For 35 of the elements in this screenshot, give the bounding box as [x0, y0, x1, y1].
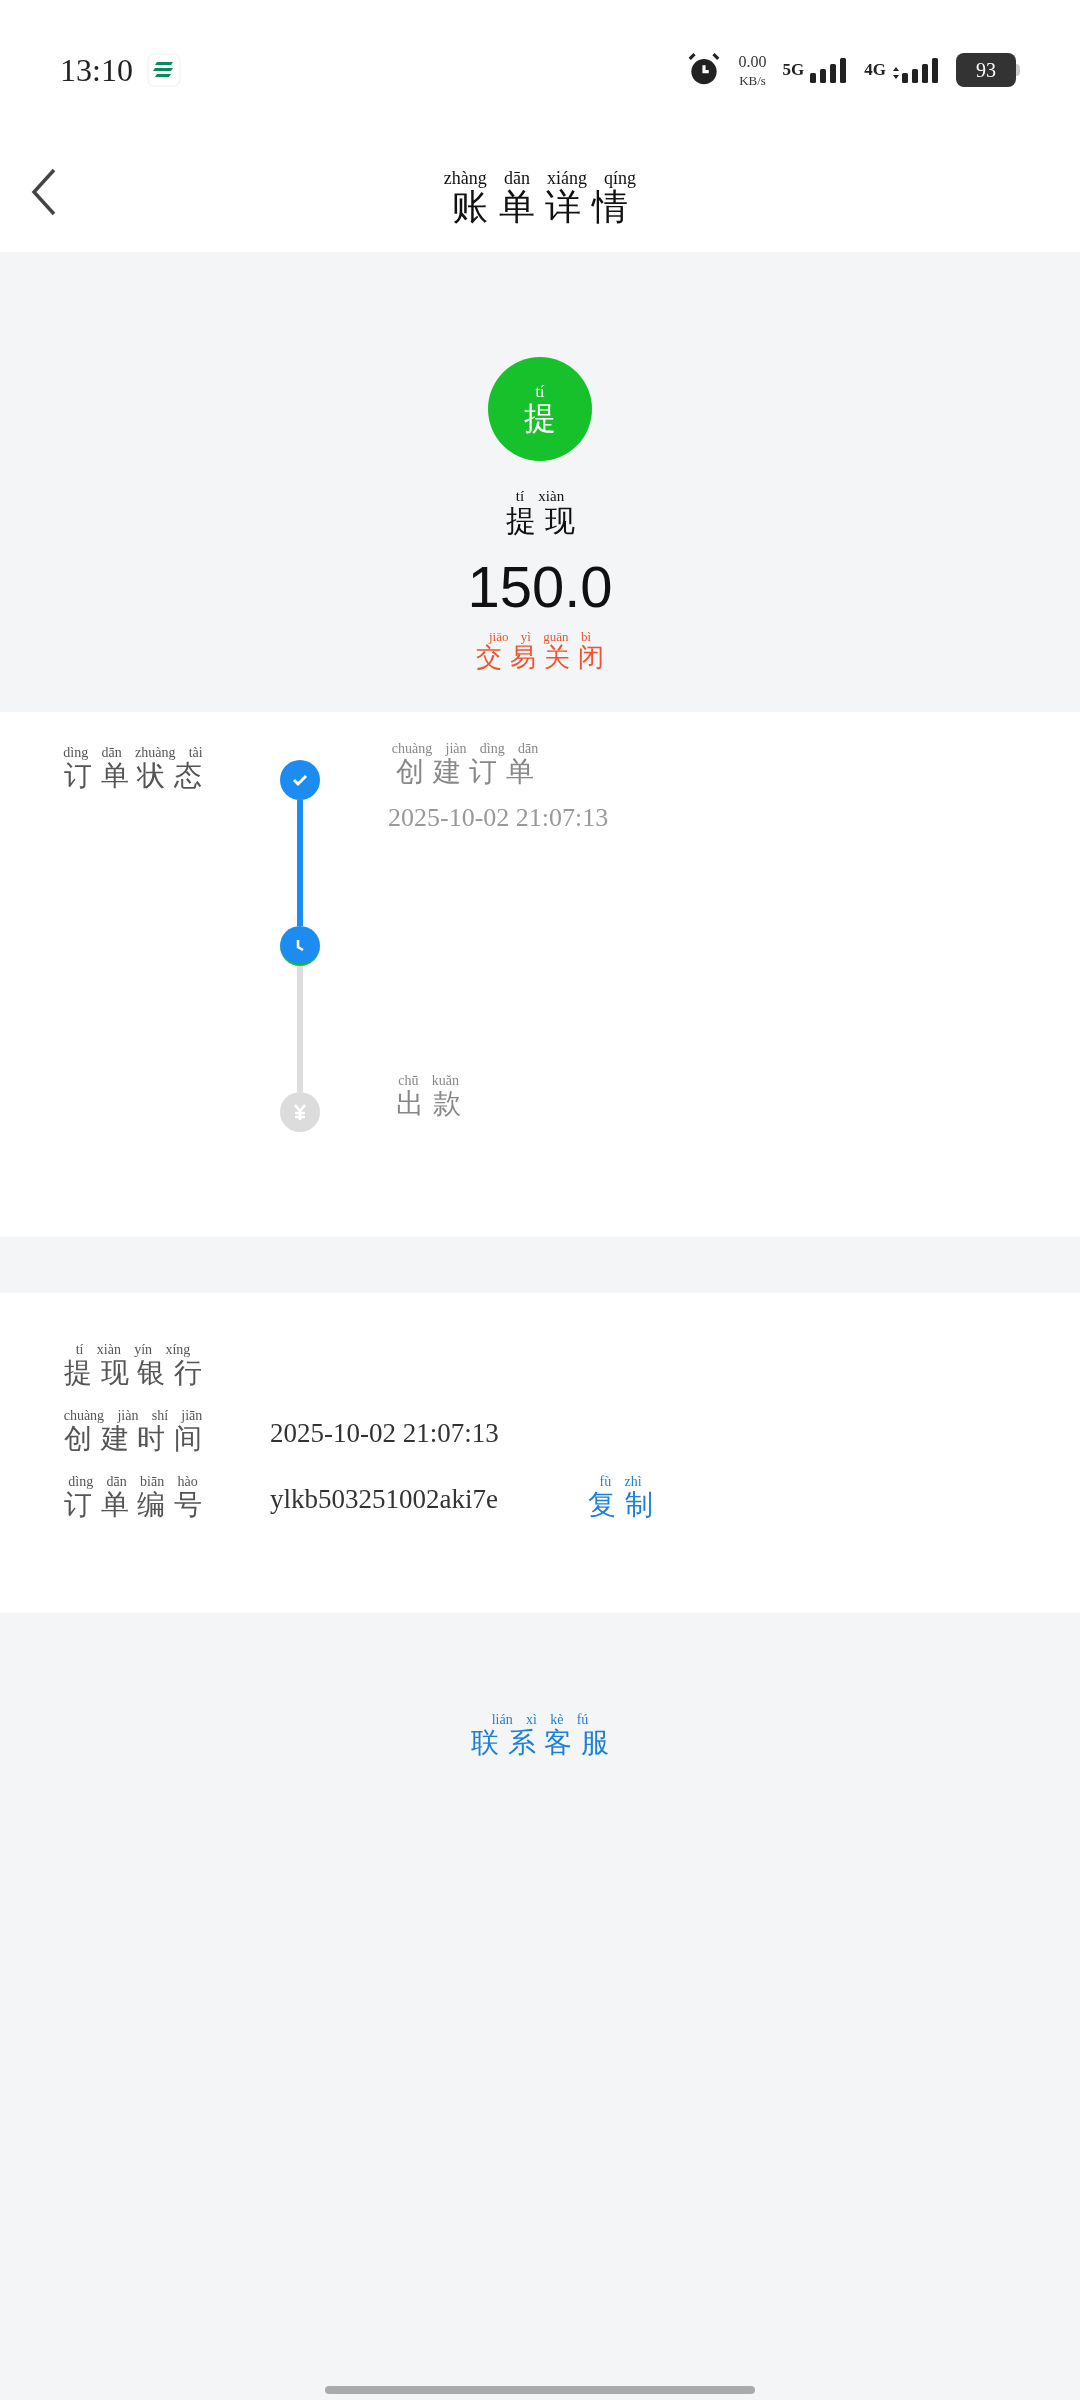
- detail-label: 创建时间: [63, 1425, 210, 1453]
- detail-label: 提现银行: [63, 1359, 210, 1387]
- battery-indicator: 93: [956, 53, 1016, 87]
- clock-time: 13:10: [60, 51, 133, 90]
- step-title-pinyin: chuàng jiàn dìng dān: [391, 742, 539, 756]
- page-title: 账单详情: [451, 189, 639, 225]
- copy-button[interactable]: fù zhì 复制: [580, 1475, 662, 1519]
- network-label: 4G: [864, 59, 886, 81]
- transaction-status-pinyin: jiāo yì guān bì: [488, 630, 591, 643]
- transaction-type: 提现: [504, 506, 584, 536]
- transaction-type-pinyin: tí xiàn: [515, 489, 565, 504]
- page-title-pinyin: zhàng dān xiáng qíng: [443, 169, 637, 187]
- detail-label-pinyin: chuàng jiàn shí jiān: [63, 1409, 203, 1423]
- step-time: 2025-10-02 21:07:13: [388, 802, 609, 834]
- app-logo-icon: [146, 53, 181, 87]
- signal-icon: [890, 57, 940, 83]
- step-title: 创建订单: [395, 758, 542, 786]
- badge-label: 提: [524, 402, 556, 434]
- badge-label-pinyin: tí: [535, 384, 545, 400]
- detail-label: 订单编号: [63, 1491, 210, 1519]
- step-title-pinyin: chū kuǎn: [398, 1074, 459, 1088]
- signal-icon: [808, 57, 849, 83]
- order-status-label-pinyin: dìng dān zhuàng tài: [63, 746, 203, 760]
- transaction-status: 交易关闭: [475, 645, 612, 671]
- order-status-label: 订单状态: [63, 762, 210, 790]
- detail-value: ylkb503251002aki7e: [270, 1482, 499, 1516]
- amount: 150.0: [467, 558, 613, 616]
- speed-value: 0.00: [738, 53, 767, 70]
- detail-label-pinyin: dìng dān biān hào: [68, 1475, 198, 1489]
- detail-label-pinyin: tí xiàn yín xíng: [75, 1343, 191, 1357]
- detail-value: 2025-10-02 21:07:13: [270, 1416, 500, 1450]
- contact-support-button[interactable]: lián xì kè fú 联系客服: [463, 1713, 617, 1757]
- speed-unit: KB/s: [739, 73, 766, 87]
- step-title: 出款: [395, 1090, 470, 1118]
- network-label: 5G: [782, 59, 805, 81]
